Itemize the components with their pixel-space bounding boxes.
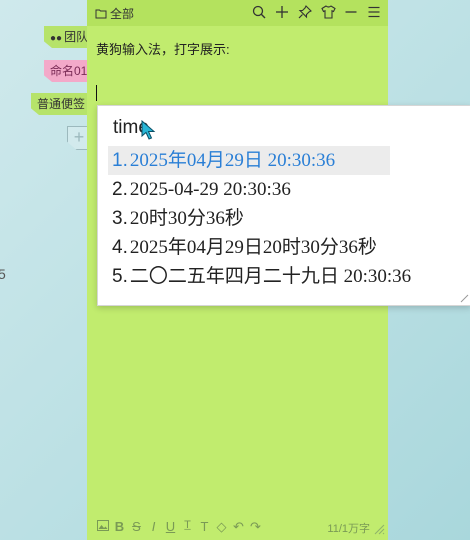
text-caret [96,85,97,101]
skin-shirt-icon[interactable] [320,4,336,20]
search-icon[interactable] [251,4,267,20]
font-size-increase-icon[interactable]: T [198,519,211,535]
candidate-number: 2. [112,179,128,200]
mouse-pointer-icon [141,120,156,140]
candidate-item-1[interactable]: 1. 2025年04月29日 20:30:36 [108,146,390,175]
font-size-decrease-icon[interactable]: T̲ [181,519,194,535]
tab-name01-label: 命名01 [50,64,88,78]
note-content-text[interactable]: 黄狗输入法，打字展示: [96,39,230,58]
folder-label: 全部 [110,7,135,21]
candidate-text: 2025年04月29日 20:30:36 [129,150,336,171]
edge-text-fragment: 5 [0,266,6,282]
image-icon[interactable] [96,519,109,535]
candidate-number: 5. [112,266,128,287]
redo-icon[interactable]: ↷ [249,519,262,535]
folder-icon [95,8,107,19]
candidate-item-3[interactable]: 3. 20时30分36秒 [108,204,244,233]
underline-icon[interactable]: U [164,519,177,535]
candidate-number: 1. [112,150,128,171]
menu-icon[interactable] [366,4,382,20]
note-header: 全部 [87,0,388,26]
candidate-item-5[interactable]: 5. 二〇二五年四月二十九日 20:30:36 [108,262,411,291]
candidate-text: 2025-04-29 20:30:36 [129,179,291,200]
candidate-text: 二〇二五年四月二十九日 20:30:36 [129,266,412,287]
candidate-item-4[interactable]: 4. 2025年04月29日20时30分36秒 [108,233,377,262]
candidate-number: 4. [112,237,128,258]
left-tab-strip: ●● 团队 命名01 普通便签 + [0,0,100,540]
candidate-number: 3. [112,208,128,229]
tab-team-label: 团队 [64,30,89,44]
format-toolbar: B S I U T̲ T ◇ ↶ ↷ [96,519,262,535]
resize-grip-icon[interactable] [373,523,385,535]
header-toolbar [251,4,382,20]
candidate-text: 20时30分36秒 [129,208,244,229]
note-footer: B S I U T̲ T ◇ ↶ ↷ 11/1万字 [87,513,388,540]
team-icon: ●● [50,33,63,44]
minimize-icon[interactable] [343,4,359,20]
bold-icon[interactable]: B [113,519,126,535]
undo-icon[interactable]: ↶ [232,519,245,535]
word-count: 11/1万字 [327,523,370,535]
tab-normal-note-label: 普通便签 [37,97,86,111]
strikethrough-icon[interactable]: S [130,519,143,535]
folder-selector[interactable]: 全部 [95,5,134,22]
pin-icon[interactable] [297,4,313,20]
candidate-item-2[interactable]: 2. 2025-04-29 20:30:36 [108,175,291,204]
ime-resize-icon[interactable] [460,294,469,303]
candidate-text: 2025年04月29日20时30分36秒 [129,237,377,258]
plus-icon[interactable] [274,4,290,20]
plus-icon: + [73,127,85,147]
italic-icon[interactable]: I [147,519,160,535]
clear-format-icon[interactable]: ◇ [215,519,228,535]
